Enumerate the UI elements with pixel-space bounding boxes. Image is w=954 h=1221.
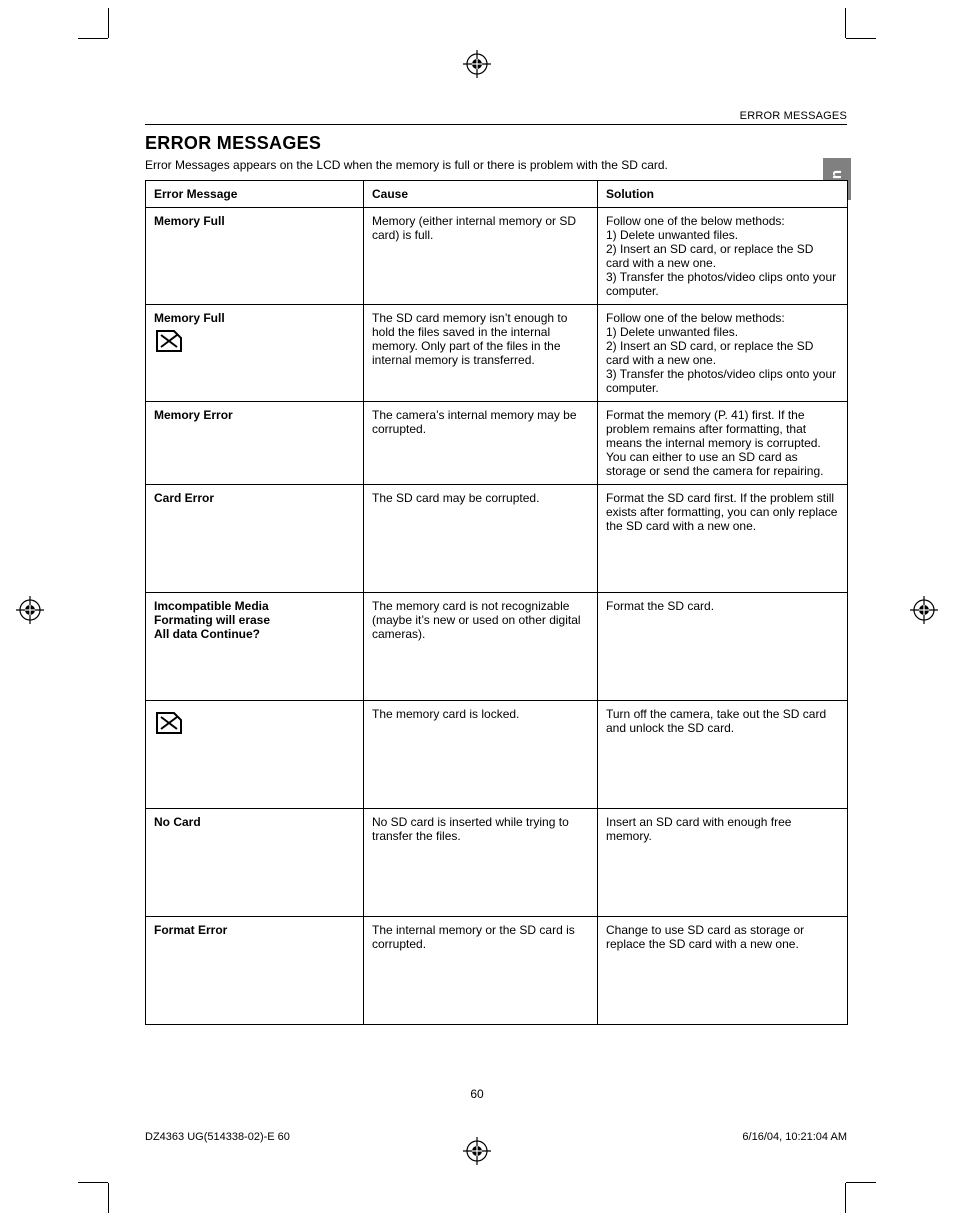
page-title: ERROR MESSAGES [145,133,847,154]
registration-mark-icon [910,596,938,624]
error-message-text: Format Error [154,923,227,937]
table-body: Memory Full Memory (either internal memor… [146,208,848,1025]
error-message-cell: Card Error [146,485,364,593]
cause-cell: No SD card is inserted while trying to t… [364,809,598,917]
error-message-text: Formating will erase [154,613,355,627]
solution-cell: Follow one of the below methods: 1) Dele… [598,305,848,402]
crop-mark [846,1182,876,1183]
solution-cell: Change to use SD card as storage or repl… [598,917,848,1025]
solution-cell: Insert an SD card with enough free memor… [598,809,848,917]
error-message-text: Card Error [154,491,214,505]
crop-mark [845,8,846,38]
cause-cell: Memory (either internal memory or SD car… [364,208,598,305]
table-row: Imcompatible MediaFormating will eraseAl… [146,593,848,701]
solution-cell: Format the SD card first. If the problem… [598,485,848,593]
cause-cell: The camera’s internal memory may be corr… [364,402,598,485]
col-header-error-message: Error Message [146,181,364,208]
registration-mark-icon [463,50,491,78]
cause-cell: The memory card is locked. [364,701,598,809]
col-header-cause: Cause [364,181,598,208]
error-message-text: No Card [154,815,201,829]
error-message-cell: No Card [146,809,364,917]
solution-cell: Follow one of the below methods: 1) Dele… [598,208,848,305]
table-row: Memory Full The SD card memory isn’t enou… [146,305,848,402]
table-row: Card Error The SD card may be corrupted.F… [146,485,848,593]
error-messages-table: Error Message Cause Solution Memory Full… [145,180,848,1025]
col-header-solution: Solution [598,181,848,208]
error-message-cell: Imcompatible MediaFormating will eraseAl… [146,593,364,701]
footer-left: DZ4363 UG(514338-02)-E 60 [145,1131,290,1143]
error-message-cell [146,701,364,809]
table-row: Format Error The internal memory or the S… [146,917,848,1025]
solution-cell: Turn off the camera, take out the SD car… [598,701,848,809]
crop-mark [78,1182,108,1183]
footer: DZ4363 UG(514338-02)-E 60 6/16/04, 10:21… [145,1131,847,1143]
crop-mark [78,38,108,39]
page: En ERROR MESSAGES ERROR MESSAGES Error M… [0,0,954,1221]
error-message-cell: Memory Full [146,305,364,402]
solution-cell: Format the SD card. [598,593,848,701]
error-message-text: Memory Full [154,214,225,228]
crop-mark [108,8,109,38]
crop-mark [108,1183,109,1213]
cause-cell: The memory card is not recognizable (may… [364,593,598,701]
error-message-text: Memory Full [154,311,225,325]
table-header-row: Error Message Cause Solution [146,181,848,208]
sd-card-error-icon [154,711,355,735]
running-header: ERROR MESSAGES [145,110,847,125]
table-row: The memory card is locked.Turn off the c… [146,701,848,809]
content-area: ERROR MESSAGES ERROR MESSAGES Error Mess… [145,110,847,1025]
error-message-cell: Format Error [146,917,364,1025]
cause-cell: The SD card memory isn’t enough to hold … [364,305,598,402]
solution-cell: Format the memory (P. 41) first. If the … [598,402,848,485]
page-number: 60 [0,1087,954,1101]
table-row: No Card No SD card is inserted while tryi… [146,809,848,917]
error-message-text: Memory Error [154,408,233,422]
sd-card-error-icon [154,329,355,353]
error-message-cell: Memory Error [146,402,364,485]
intro-text: Error Messages appears on the LCD when t… [145,158,847,172]
error-message-text: All data Continue? [154,627,355,641]
table-row: Memory Full Memory (either internal memor… [146,208,848,305]
error-message-text: Imcompatible Media [154,599,355,613]
registration-mark-icon [16,596,44,624]
cause-cell: The internal memory or the SD card is co… [364,917,598,1025]
table-row: Memory Error The camera’s internal memory… [146,402,848,485]
cause-cell: The SD card may be corrupted. [364,485,598,593]
crop-mark [845,1183,846,1213]
footer-right: 6/16/04, 10:21:04 AM [742,1131,847,1143]
crop-mark [846,38,876,39]
error-message-cell: Memory Full [146,208,364,305]
